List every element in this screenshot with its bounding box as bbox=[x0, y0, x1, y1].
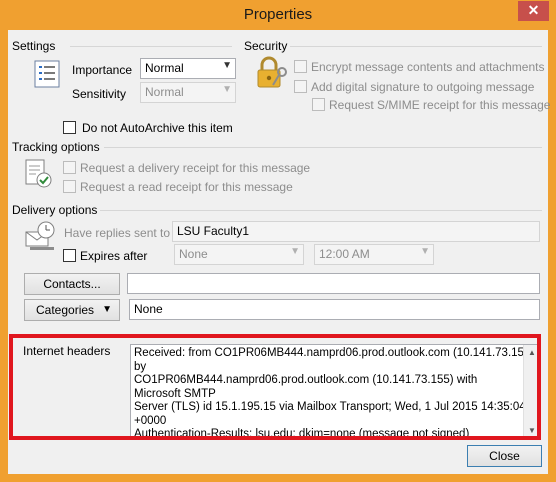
lock-key-icon bbox=[257, 56, 287, 88]
close-button[interactable]: Close bbox=[467, 445, 542, 467]
highlight-frame bbox=[9, 334, 541, 440]
settings-list-icon bbox=[34, 60, 60, 88]
sensitivity-value: Normal bbox=[145, 85, 184, 99]
sensitivity-label: Sensitivity bbox=[72, 87, 127, 101]
chevron-down-icon: ▼ bbox=[420, 246, 430, 257]
delivery-receipt-label: Request a delivery receipt for this mess… bbox=[80, 161, 311, 175]
contacts-button[interactable]: Contacts... bbox=[24, 273, 120, 295]
chevron-down-icon: ▼ bbox=[102, 304, 112, 315]
importance-label: Importance bbox=[72, 63, 133, 77]
expires-date-dropdown[interactable]: None ▼ bbox=[174, 244, 304, 265]
encrypt-checkbox[interactable] bbox=[294, 60, 307, 73]
categories-button[interactable]: Categories ▼ bbox=[24, 299, 120, 321]
contacts-field[interactable] bbox=[127, 273, 540, 294]
importance-value: Normal bbox=[145, 61, 184, 75]
security-label: Security bbox=[244, 39, 288, 53]
close-window-icon[interactable]: ✕ bbox=[518, 1, 549, 21]
tracking-receipt-icon bbox=[25, 159, 52, 188]
expires-time-dropdown[interactable]: 12:00 AM ▼ bbox=[314, 244, 434, 265]
chevron-down-icon: ▼ bbox=[222, 84, 232, 95]
categories-field[interactable]: None bbox=[129, 299, 540, 320]
properties-window: Properties ✕ Settings Importance Normal … bbox=[0, 0, 556, 482]
expires-time-value: 12:00 AM bbox=[319, 247, 370, 261]
smime-label: Request S/MIME receipt for this message bbox=[329, 98, 551, 112]
read-receipt-checkbox[interactable] bbox=[63, 180, 76, 193]
delivery-receipt-checkbox[interactable] bbox=[63, 161, 76, 174]
window-title: Properties bbox=[243, 6, 313, 23]
expires-date-value: None bbox=[179, 247, 208, 261]
chevron-down-icon: ▼ bbox=[222, 60, 232, 71]
importance-dropdown[interactable]: Normal ▼ bbox=[140, 58, 236, 79]
chevron-down-icon: ▼ bbox=[290, 246, 300, 257]
signature-checkbox[interactable] bbox=[294, 80, 307, 93]
replies-label: Have replies sent to bbox=[64, 226, 171, 240]
settings-label: Settings bbox=[12, 39, 56, 53]
categories-button-label: Categories bbox=[36, 303, 95, 317]
read-receipt-label: Request a read receipt for this message bbox=[80, 180, 293, 194]
delivery-clock-icon bbox=[25, 221, 55, 250]
delivery-separator bbox=[100, 210, 542, 211]
sensitivity-dropdown[interactable]: Normal ▼ bbox=[140, 82, 236, 103]
settings-separator bbox=[70, 46, 232, 47]
autoarchive-checkbox[interactable] bbox=[63, 121, 76, 134]
replies-field[interactable]: LSU Faculty1 bbox=[172, 221, 540, 242]
expires-checkbox[interactable] bbox=[63, 249, 76, 262]
encrypt-label: Encrypt message contents and attachments bbox=[311, 60, 545, 74]
signature-label: Add digital signature to outgoing messag… bbox=[311, 80, 535, 94]
expires-label: Expires after bbox=[80, 249, 148, 263]
tracking-label: Tracking options bbox=[12, 140, 100, 154]
title-bar[interactable]: Properties ✕ bbox=[0, 0, 556, 30]
delivery-label: Delivery options bbox=[12, 203, 98, 217]
security-separator bbox=[290, 46, 542, 47]
tracking-separator bbox=[104, 147, 542, 148]
dialog-body: Settings Importance Normal ▼ Sensitivity… bbox=[8, 30, 551, 474]
smime-checkbox[interactable] bbox=[312, 98, 325, 111]
autoarchive-label: Do not AutoArchive this item bbox=[82, 121, 233, 135]
